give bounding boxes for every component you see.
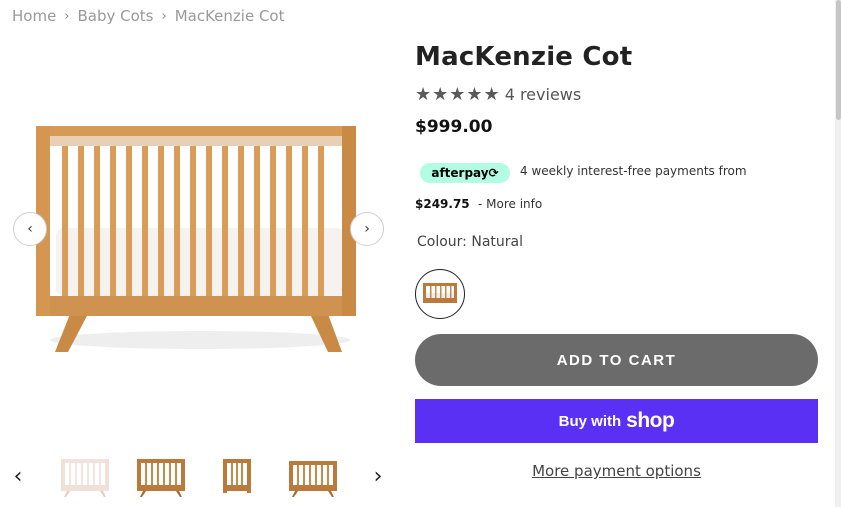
chevron-right-icon: › <box>364 221 370 237</box>
thumbnail-cot-side[interactable] <box>209 455 265 499</box>
afterpay-more-info-link[interactable]: - More info <box>478 197 542 211</box>
colour-value: Natural <box>471 234 523 250</box>
cot-swatch-icon <box>423 283 457 303</box>
product-price: $999.00 <box>415 117 493 137</box>
page-scrollbar-thumb[interactable] <box>836 0 841 120</box>
thumbnail-white-cot[interactable] <box>57 455 113 499</box>
chevron-right-icon: › <box>64 8 70 24</box>
gallery-next-button[interactable]: › <box>350 212 384 246</box>
breadcrumb-home[interactable]: Home <box>12 7 56 25</box>
gallery-prev-button[interactable]: ‹ <box>13 212 47 246</box>
chevron-right-icon: › <box>373 463 383 489</box>
afterpay-description: 4 weekly interest-free payments from <box>520 164 747 178</box>
add-to-cart-button[interactable]: ADD TO CART <box>415 334 818 386</box>
colour-selector-label: Colour: Natural <box>417 234 523 250</box>
breadcrumb: Home › Baby Cots › MacKenzie Cot <box>12 6 284 26</box>
shop-pay-logo: shop <box>626 409 675 432</box>
colour-label: Colour: <box>417 234 467 250</box>
more-payment-options-link[interactable]: More payment options <box>415 462 818 480</box>
thumbnails-next-button[interactable]: › <box>368 462 388 490</box>
product-title: MacKenzie Cot <box>415 42 633 72</box>
buy-with-label: Buy with <box>558 412 622 430</box>
thumbnail-cot-front[interactable] <box>285 455 341 499</box>
product-rating[interactable]: ★★★★★ 4 reviews <box>415 83 581 105</box>
reviews-link[interactable]: 4 reviews <box>505 85 582 104</box>
afterpay-logo: afterpay⟳ <box>420 163 510 183</box>
product-main-image <box>36 126 356 352</box>
afterpay-amount: $249.75 <box>415 197 470 211</box>
chevron-right-icon: › <box>161 8 167 24</box>
thumbnails-prev-button[interactable]: ‹ <box>8 462 28 490</box>
colour-swatch-natural[interactable] <box>415 269 465 319</box>
breadcrumb-current: MacKenzie Cot <box>174 7 285 25</box>
star-rating-icon: ★★★★★ <box>415 83 501 105</box>
chevron-left-icon: ‹ <box>13 463 23 489</box>
buy-with-shop-button[interactable]: Buy with shop <box>415 399 818 443</box>
chevron-left-icon: ‹ <box>27 221 33 237</box>
breadcrumb-baby-cots[interactable]: Baby Cots <box>78 7 154 25</box>
thumbnail-natural-cot[interactable] <box>133 455 189 499</box>
